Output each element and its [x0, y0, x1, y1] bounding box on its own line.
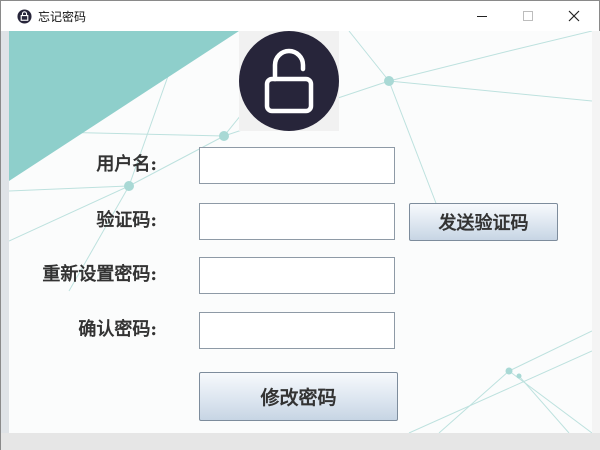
forgot-password-window: 忘记密码 用户名: 验证码: 发送验证码 重新设置密码: 确认密码: 修改密码 [0, 0, 600, 450]
form-panel: 用户名: 验证码: 发送验证码 重新设置密码: 确认密码: 修改密码 [9, 31, 592, 433]
window-title: 忘记密码 [38, 10, 87, 24]
send-code-button[interactable]: 发送验证码 [409, 203, 558, 241]
lock-app-icon [17, 9, 32, 24]
change-password-button[interactable]: 修改密码 [199, 372, 398, 421]
lock-icon-panel [239, 31, 339, 131]
maximize-icon [523, 11, 533, 21]
new-password-label: 重新设置密码: [42, 264, 157, 285]
new-password-input[interactable] [199, 257, 395, 294]
title-bar[interactable]: 忘记密码 [1, 1, 599, 31]
minimize-button[interactable] [459, 1, 505, 31]
minimize-icon [477, 16, 487, 17]
right-background-strip [592, 31, 600, 433]
bottom-background-strip [1, 433, 600, 450]
unlocked-padlock-icon [239, 31, 339, 131]
maximize-button[interactable] [505, 1, 551, 31]
confirm-password-label: 确认密码: [78, 319, 157, 340]
confirm-password-input[interactable] [199, 312, 395, 349]
close-button[interactable] [551, 1, 597, 31]
verification-code-input[interactable] [199, 203, 395, 240]
close-icon [568, 10, 580, 22]
verification-code-label: 验证码: [96, 210, 157, 231]
left-background-strip [1, 31, 9, 433]
username-input[interactable] [199, 147, 395, 184]
username-label: 用户名: [96, 154, 157, 175]
